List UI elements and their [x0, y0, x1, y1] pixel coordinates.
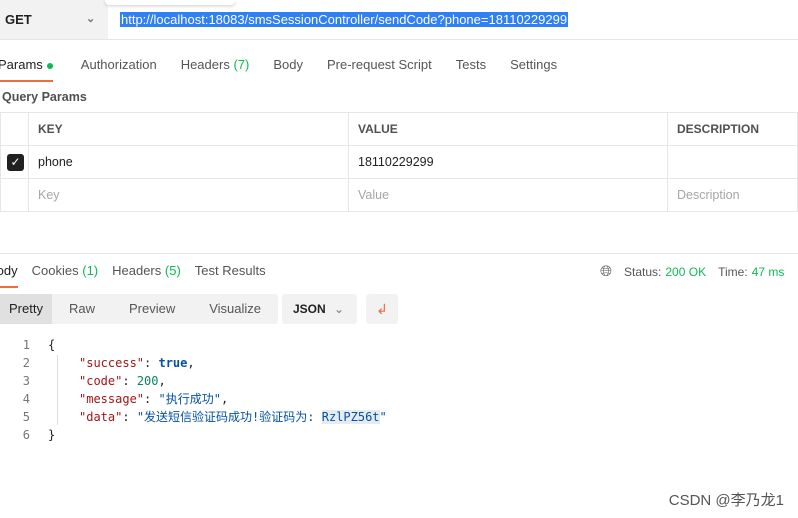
col-key: KEY — [28, 112, 349, 146]
col-check — [0, 112, 29, 146]
row-checkbox[interactable]: ✓ — [7, 153, 24, 171]
params-table: KEY VALUE DESCRIPTION ✓ phone 18110229299 Ke… — [0, 112, 798, 212]
tab-label: Tests — [455, 57, 487, 72]
chevron-down-icon: ⌄ — [334, 302, 345, 316]
json-key: "message" — [79, 392, 145, 406]
json-value: "执行成功" — [158, 392, 221, 406]
tab-label: Params — [0, 57, 43, 72]
status-value: 200 OK — [665, 264, 707, 279]
tab-count: (5) — [164, 263, 181, 278]
response-tabs: Body Cookies (1) Headers (5) Test Result… — [0, 263, 290, 288]
tab-label: Settings — [510, 57, 558, 72]
tab-tests[interactable]: Tests — [456, 57, 486, 82]
tab-cookies[interactable]: Cookies (1) — [32, 263, 98, 288]
url-text: http://localhost:18083/smsSessionControl… — [120, 12, 569, 27]
time-label: Time: — [718, 264, 748, 279]
json-key: "success" — [79, 356, 145, 370]
divider — [0, 253, 798, 254]
format-label: JSON — [293, 302, 326, 316]
status-label: Status: — [624, 264, 662, 279]
param-value[interactable]: 18110229299 — [348, 145, 668, 179]
json-value-end: " — [379, 410, 387, 424]
tab-label: Body — [273, 57, 303, 72]
new-description-input[interactable]: Description — [667, 178, 798, 212]
line-number: 2 — [22, 356, 30, 370]
request-tabs: Params Authorization Headers (7) Body Pr… — [0, 57, 581, 82]
tab-count: (7) — [233, 57, 250, 72]
tab-resp-headers[interactable]: Headers (5) — [112, 263, 181, 288]
line-number: 5 — [22, 410, 30, 424]
new-value-input[interactable]: Value — [348, 178, 668, 212]
tab-headers[interactable]: Headers (7) — [181, 57, 250, 82]
json-key: "data" — [79, 410, 123, 424]
json-key: "code" — [79, 374, 123, 388]
tab-settings[interactable]: Settings — [510, 57, 557, 82]
view-raw[interactable]: Raw — [52, 294, 112, 324]
tab-label: Headers — [180, 57, 230, 72]
code-text: { — [48, 338, 56, 352]
json-value: true — [158, 356, 188, 370]
tab-label: Body — [0, 263, 18, 278]
view-visualize[interactable]: Visualize — [192, 294, 278, 324]
response-status: 🌐︎ Status: 200 OK Time: 47 ms — [600, 263, 784, 280]
popup — [105, 0, 235, 5]
params-dot — [46, 62, 53, 69]
json-value: "发送短信验证码成功!验证码为: — [136, 410, 322, 424]
param-description[interactable] — [667, 145, 798, 179]
tab-body[interactable]: Body — [273, 57, 303, 82]
tab-test-results[interactable]: Test Results — [195, 263, 266, 288]
view-preview[interactable]: Preview — [112, 294, 192, 324]
view-mode-group: Pretty Raw Preview Visualize — [0, 294, 279, 324]
view-pretty[interactable]: Pretty — [0, 294, 52, 324]
line-number: 3 — [22, 374, 30, 388]
new-key-input[interactable]: Key — [28, 178, 349, 212]
line-number: 6 — [22, 428, 30, 442]
tab-label: Test Results — [194, 263, 266, 278]
verification-code: RzlPZ56t — [321, 410, 380, 424]
globe-icon[interactable]: 🌐︎ — [600, 263, 612, 280]
query-params-title: Query Params — [2, 90, 87, 104]
table-header: KEY VALUE DESCRIPTION — [0, 112, 798, 146]
format-select[interactable]: JSON ⌄ — [282, 294, 357, 324]
wrap-lines-icon[interactable]: ↲ — [366, 294, 398, 324]
chevron-down-icon: ⌄ — [86, 13, 96, 25]
line-number: 1 — [22, 338, 30, 352]
tab-label: Cookies — [31, 263, 79, 278]
response-body[interactable]: 1{ 2 "success": true, 3 "code": 200, 4 "mes… — [0, 336, 387, 444]
table-row-new: Key Value Description — [0, 178, 798, 212]
method-select[interactable]: GET ⌄ — [0, 0, 108, 40]
line-number: 4 — [22, 392, 30, 406]
col-description: DESCRIPTION — [667, 112, 798, 146]
tab-resp-body[interactable]: Body — [0, 263, 18, 288]
table-row: ✓ phone 18110229299 — [0, 145, 798, 179]
tab-label: Headers — [112, 263, 162, 278]
tab-count: (1) — [82, 263, 99, 278]
tab-label: Pre-request Script — [326, 57, 432, 72]
watermark: CSDN @李乃龙1 — [668, 492, 784, 509]
tab-prerequest[interactable]: Pre-request Script — [327, 57, 432, 82]
param-key[interactable]: phone — [28, 145, 349, 179]
method-label: GET — [5, 12, 32, 27]
url-input[interactable]: http://localhost:18083/smsSessionControl… — [108, 0, 798, 40]
code-text: } — [48, 428, 56, 442]
time-value: 47 ms — [751, 264, 785, 279]
tab-label: Authorization — [80, 57, 157, 72]
tab-authorization[interactable]: Authorization — [81, 57, 157, 82]
col-value: VALUE — [348, 112, 668, 146]
tab-params[interactable]: Params — [0, 57, 53, 82]
json-value: 200 — [136, 374, 159, 388]
